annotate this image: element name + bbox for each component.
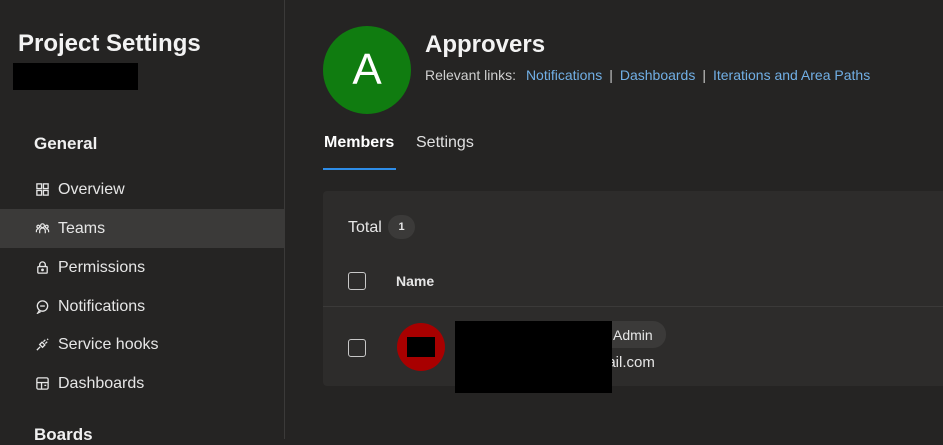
tab-settings[interactable]: Settings	[416, 134, 474, 152]
sidebar-item-label: Dashboards	[58, 374, 145, 392]
link-separator: |	[702, 67, 706, 83]
sidebar: Project Settings General Overview Teams …	[0, 0, 285, 444]
redacted-avatar	[407, 337, 435, 357]
teams-icon	[34, 221, 50, 237]
sidebar-item-dashboards[interactable]: Dashboards	[0, 364, 284, 403]
divider	[323, 306, 943, 307]
link-iterations-area-paths[interactable]: Iterations and Area Paths	[713, 67, 870, 83]
team-avatar: A	[323, 26, 411, 114]
tab-members[interactable]: Members	[324, 134, 394, 152]
select-all-checkbox[interactable]	[348, 272, 366, 290]
active-tab-indicator	[323, 168, 396, 170]
sidebar-item-label: Overview	[58, 180, 125, 198]
total-label: Total	[348, 219, 382, 236]
row-checkbox[interactable]	[348, 339, 366, 357]
section-general: General	[34, 134, 98, 153]
column-header-name[interactable]: Name	[396, 273, 434, 289]
redacted-member-name	[455, 321, 612, 393]
sidebar-item-label: Teams	[58, 219, 106, 237]
sidebar-item-label: Service hooks	[58, 335, 159, 353]
overview-icon	[34, 182, 50, 198]
plug-icon	[34, 337, 50, 353]
relevant-links-label: Relevant links:	[425, 67, 517, 83]
dashboard-icon	[34, 376, 50, 392]
section-boards: Boards	[34, 425, 93, 444]
member-avatar	[397, 323, 445, 371]
sidebar-item-service-hooks[interactable]: Service hooks	[0, 325, 284, 364]
sidebar-item-overview[interactable]: Overview	[0, 170, 284, 209]
redacted-project-name	[13, 63, 138, 90]
link-notifications[interactable]: Notifications	[526, 67, 602, 83]
team-name: Approvers	[425, 31, 546, 58]
link-dashboards[interactable]: Dashboards	[620, 67, 696, 83]
chat-bubble-icon	[34, 299, 50, 315]
sidebar-title: Project Settings	[18, 30, 201, 57]
sidebar-item-permissions[interactable]: Permissions	[0, 248, 284, 287]
link-separator: |	[609, 67, 613, 83]
sidebar-item-teams[interactable]: Teams	[0, 209, 284, 248]
sidebar-item-label: Notifications	[58, 297, 146, 315]
total-count-badge: 1	[388, 215, 415, 239]
sidebar-item-notifications[interactable]: Notifications	[0, 287, 284, 326]
relevant-links: Relevant links: Notifications | Dashboards…	[425, 67, 870, 83]
sidebar-item-label: Permissions	[58, 258, 146, 276]
lock-icon	[34, 260, 50, 276]
members-panel: Total 1 Name Admin nail.com	[323, 191, 943, 393]
